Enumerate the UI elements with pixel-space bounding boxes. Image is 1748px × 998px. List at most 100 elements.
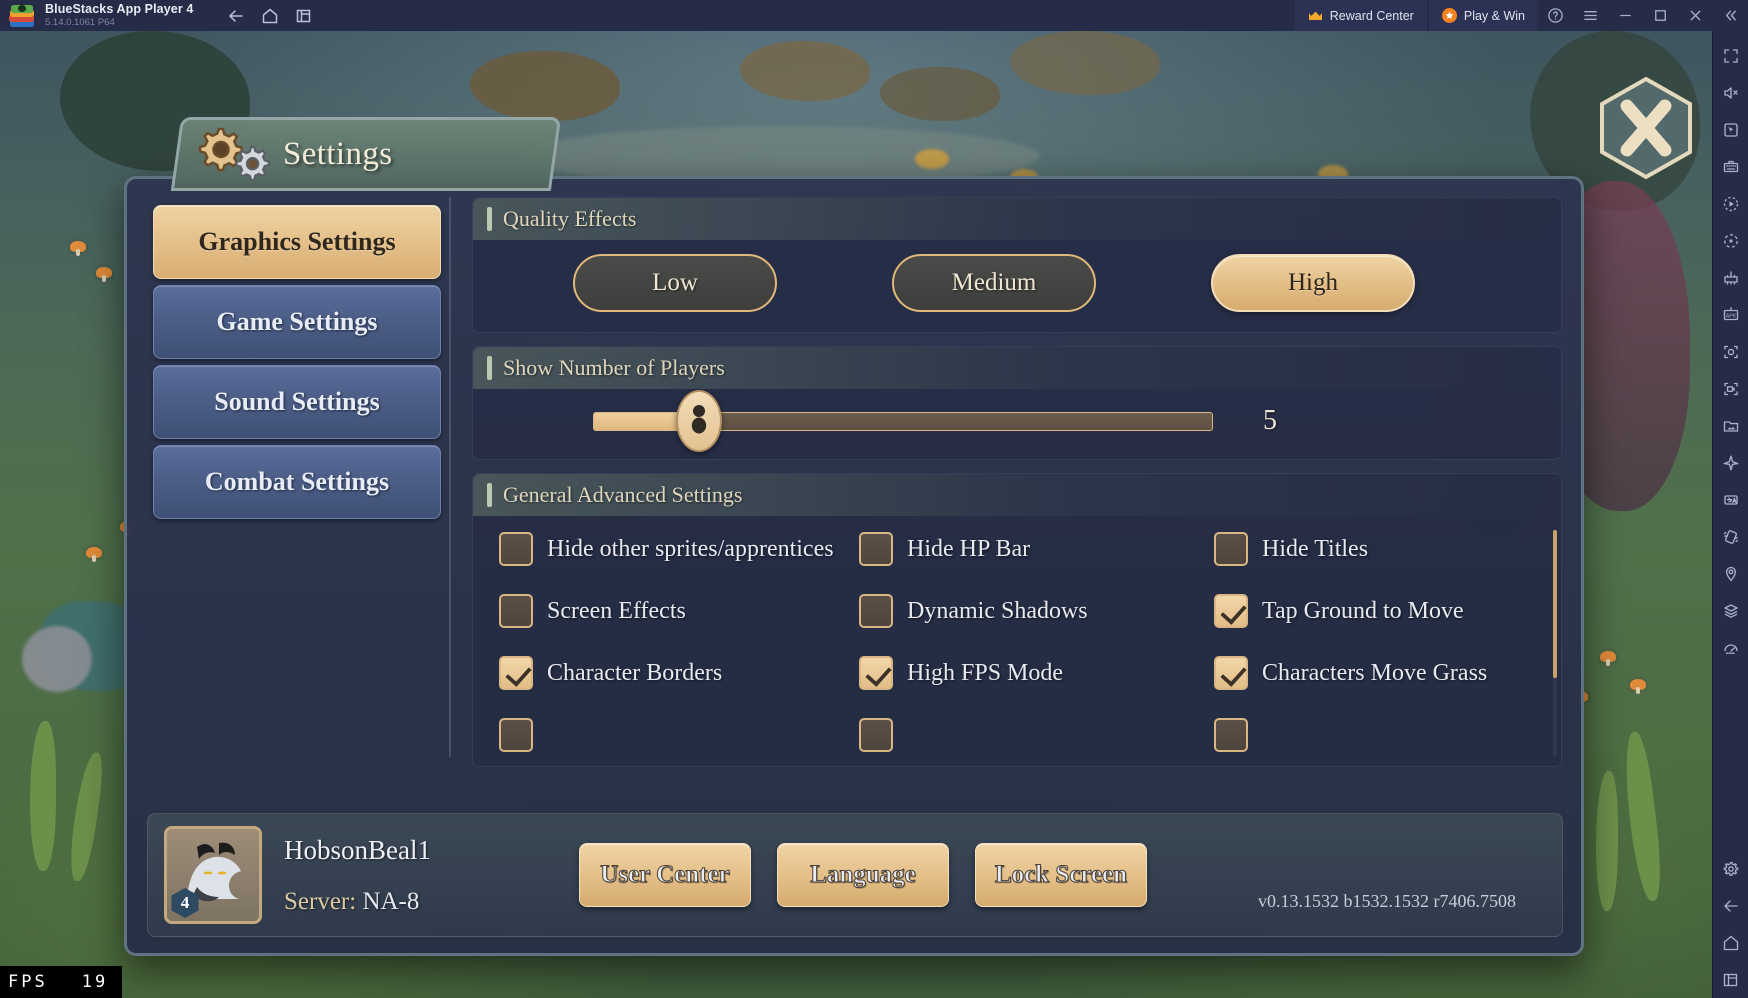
android-home-button[interactable] [1713,924,1748,961]
home-button[interactable] [253,0,287,31]
collapse-sidebar-button[interactable] [1713,0,1748,31]
menu-button[interactable] [1573,0,1608,31]
lock-screen-button[interactable]: Lock Screen [974,843,1147,907]
checkbox-unchecked-icon[interactable] [859,532,893,566]
show-number-of-players-heading: Show Number of Players [503,355,725,380]
multi-instance-manager-button[interactable] [1713,259,1748,296]
location-button[interactable] [1713,555,1748,592]
media-manager-button[interactable] [1713,407,1748,444]
server-label: Server: [284,887,357,915]
advanced-setting-item[interactable]: Tap Ground to Move [1214,594,1561,628]
advanced-setting-item[interactable]: Character Borders [499,656,859,690]
advanced-setting-item-clipped[interactable] [859,718,1214,752]
advanced-setting-item[interactable]: Hide Titles [1214,532,1561,566]
shake-icon [1723,529,1738,544]
maximize-icon [1655,10,1666,21]
back-button[interactable] [219,0,253,31]
help-button[interactable] [1538,0,1573,31]
android-back-button[interactable] [1713,887,1748,924]
show-number-of-players-header: Show Number of Players [473,347,1561,389]
advanced-setting-item-clipped[interactable] [1214,718,1561,752]
checkbox-unchecked-icon[interactable] [499,594,533,628]
advanced-settings-scroll-area[interactable]: Hide other sprites/apprentices Hide HP Ba… [473,516,1561,766]
players-slider-handle[interactable] [676,390,723,452]
advanced-setting-label: Screen Effects [547,597,686,624]
install-apk-icon: APK [1723,306,1738,320]
advanced-setting-item[interactable]: Hide other sprites/apprentices [499,532,859,566]
quality-option-medium[interactable]: Medium [892,254,1096,312]
sidebar-item-combat-settings[interactable]: Combat Settings [153,445,441,519]
cursor-button[interactable] [1713,111,1748,148]
performance-button[interactable] [1713,629,1748,666]
user-center-button[interactable]: User Center [578,843,751,907]
game-viewport[interactable]: Settings Graphics Settings Game Settings… [0,31,1712,998]
show-number-of-players-panel: Show Number of Players 5 [472,346,1562,460]
shake-button[interactable] [1713,518,1748,555]
fullscreen-button[interactable] [1713,37,1748,74]
play-and-win-button[interactable]: Play & Win [1428,0,1538,31]
bluestacks-window: BlueStacks App Player 4 5.14.0.1061 P64 [0,0,1748,998]
players-slider[interactable] [593,390,1213,452]
checkbox-checked-icon[interactable] [499,656,533,690]
checkbox-checked-icon[interactable] [1214,656,1248,690]
reward-center-button[interactable]: Reward Center [1294,0,1427,31]
close-button[interactable] [1678,0,1713,31]
back-arrow-icon [1723,899,1738,912]
macro-play-icon [1723,196,1738,211]
build-version: v0.13.1532 b1532.1532 r7406.7508 [1258,891,1516,911]
advanced-setting-item[interactable]: Dynamic Shadows [859,594,1214,628]
sidebar-item-label: Graphics Settings [198,227,396,256]
advanced-settings-scrollbar[interactable] [1553,530,1557,756]
close-icon [1690,10,1701,21]
checkbox-unchecked-icon[interactable] [859,718,893,752]
language-button[interactable]: Language [776,843,949,907]
checkbox-checked-icon[interactable] [859,656,893,690]
record-screen-button[interactable] [1713,370,1748,407]
real-time-translate-button[interactable] [1713,481,1748,518]
checkbox-unchecked-icon[interactable] [499,718,533,752]
checkbox-unchecked-icon[interactable] [859,594,893,628]
quality-effects-heading: Quality Effects [503,206,637,231]
section-accent-bar [487,207,492,231]
install-apk-button[interactable]: APK [1713,296,1748,333]
scrollbar-thumb[interactable] [1553,530,1557,678]
multi-instance-manager-icon [1723,270,1738,285]
android-recent-apps-button[interactable] [1713,961,1748,998]
maximize-button[interactable] [1643,0,1678,31]
advanced-setting-item[interactable]: High FPS Mode [859,656,1214,690]
rotate-icon [1723,233,1738,248]
quality-option-high[interactable]: High [1211,254,1415,312]
advanced-setting-item[interactable]: Hide HP Bar [859,532,1214,566]
sidebar-item-graphics-settings[interactable]: Graphics Settings [153,205,441,279]
checkbox-unchecked-icon[interactable] [1214,532,1248,566]
rotate-button[interactable] [1713,222,1748,259]
checkbox-unchecked-icon[interactable] [499,532,533,566]
screenshot-button[interactable] [1713,333,1748,370]
minimize-button[interactable] [1608,0,1643,31]
layers-button[interactable] [1713,592,1748,629]
quality-option-low[interactable]: Low [573,254,777,312]
user-center-label: User Center [600,861,730,889]
account-info: HobsonBeal1 Server: NA-8 [284,835,431,916]
advanced-setting-item-clipped[interactable] [499,718,859,752]
sidebar-item-sound-settings[interactable]: Sound Settings [153,365,441,439]
section-accent-bar [487,483,492,507]
sidebar-item-label: Combat Settings [204,467,390,496]
settings-button[interactable] [1713,850,1748,887]
play-and-win-icon [1441,8,1457,23]
checkbox-checked-icon[interactable] [1214,594,1248,628]
advanced-setting-item[interactable]: Screen Effects [499,594,859,628]
section-accent-bar [487,356,492,380]
keyboard-controls-button[interactable] [1713,148,1748,185]
eco-mode-button[interactable] [1713,444,1748,481]
sidebar-item-label: Sound Settings [214,387,380,416]
advanced-setting-item[interactable]: Characters Move Grass [1214,656,1561,690]
macro-play-button[interactable] [1713,185,1748,222]
hamburger-menu-icon [1584,11,1597,20]
sidebar-item-game-settings[interactable]: Game Settings [153,285,441,359]
avatar[interactable]: 4 [164,826,262,924]
close-settings-hex-button[interactable] [1594,73,1699,183]
mute-button[interactable] [1713,74,1748,111]
checkbox-unchecked-icon[interactable] [1214,718,1248,752]
instances-button[interactable] [287,0,321,31]
